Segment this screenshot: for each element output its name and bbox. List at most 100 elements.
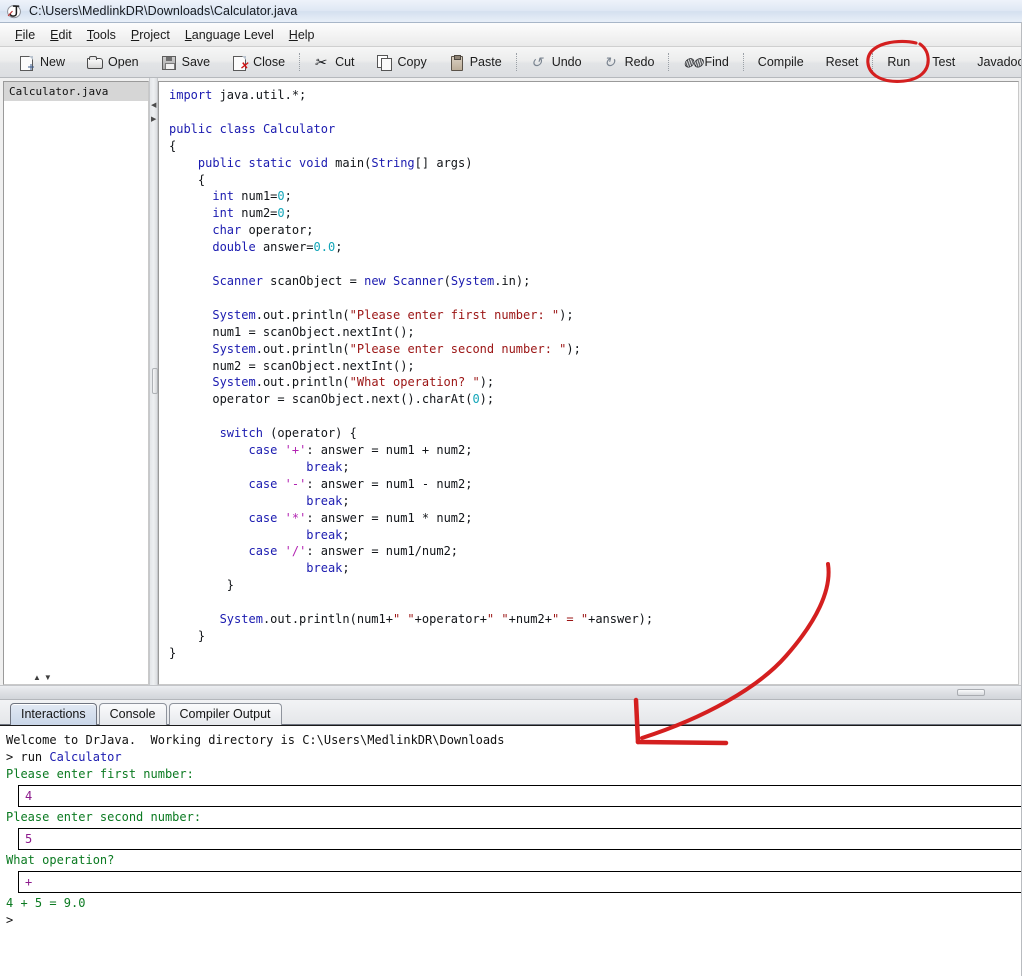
code-token: " " — [392, 612, 415, 627]
code-line: System.out.println("Please enter second … — [169, 341, 1018, 358]
code-token: operator; — [241, 223, 314, 238]
code-token: public static void — [197, 155, 328, 170]
code-token: ; — [284, 189, 292, 204]
redo-button[interactable]: ↻ Redo — [593, 49, 666, 75]
horizontal-split-grip[interactable] — [957, 689, 985, 696]
code-line: { — [169, 138, 1018, 155]
javadoc-button[interactable]: Javadoc — [966, 49, 1022, 75]
code-token: '-' — [284, 476, 307, 491]
paste-button[interactable]: Paste — [438, 49, 513, 75]
save-button-label: Save — [181, 55, 211, 69]
code-token: ; — [284, 206, 292, 221]
menu-bar: File Edit Tools Project Language Level H… — [0, 23, 1022, 47]
code-token: Scanner — [393, 273, 444, 288]
tab-console-label: Console — [109, 707, 156, 721]
undo-button[interactable]: ↺ Undo — [520, 49, 593, 75]
file-list[interactable]: Calculator.java — [3, 81, 149, 685]
code-token: ; — [335, 240, 343, 255]
editor-pane: import java.util.*; public class Calcula… — [158, 78, 1022, 685]
welcome-message: Welcome to DrJava. Working directory is … — [6, 733, 505, 747]
menu-help[interactable]: Help — [282, 26, 322, 44]
code-line: { — [169, 172, 1018, 189]
save-button[interactable]: Save — [150, 49, 222, 75]
run-button[interactable]: Run — [876, 49, 921, 75]
input-second-number-value: 5 — [25, 832, 33, 846]
close-button[interactable]: ✕ Close — [221, 49, 296, 75]
new-button[interactable]: New — [8, 49, 76, 75]
open-button-label: Open — [108, 55, 139, 69]
code-token: [] args) — [414, 155, 473, 170]
code-token: int — [212, 206, 235, 221]
toolbar-separator-2 — [515, 53, 517, 71]
split-collapse-left-icon[interactable]: ◀ — [151, 102, 156, 109]
horizontal-split-divider[interactable]: ▲▼ — [0, 673, 1022, 700]
code-token: : answer = num1/num2; — [306, 544, 459, 559]
close-button-label: Close — [253, 55, 286, 69]
interactions-pane[interactable]: Welcome to DrJava. Working directory is … — [0, 725, 1022, 976]
menu-edit-mnemonic: E — [50, 27, 59, 42]
copy-button[interactable]: Copy — [366, 49, 438, 75]
code-token: java.util.*; — [212, 88, 307, 102]
code-line: double answer=0.0; — [169, 239, 1018, 256]
file-list-pane: Calculator.java — [0, 78, 149, 685]
code-token: ); — [479, 375, 495, 390]
code-line: } — [169, 577, 1018, 594]
compile-button[interactable]: Compile — [747, 49, 815, 75]
tab-compiler-output[interactable]: Compiler Output — [168, 703, 282, 725]
menu-language-level[interactable]: Language Level — [178, 26, 281, 44]
menu-project[interactable]: Project — [124, 26, 177, 44]
redo-button-label: Redo — [624, 55, 655, 69]
code-token: '/' — [284, 544, 307, 559]
code-line: import java.util.*; — [169, 87, 1018, 104]
code-token: .out.println( — [255, 341, 350, 356]
code-text[interactable]: import java.util.*; public class Calcula… — [159, 82, 1018, 662]
input-first-number[interactable]: 4 — [18, 785, 1022, 807]
code-token: " = " — [551, 612, 589, 627]
toolbar-separator-1 — [299, 53, 301, 71]
cut-button[interactable]: ✂ Cut — [303, 49, 365, 75]
open-button[interactable]: Open — [76, 49, 150, 75]
tab-interactions-label: Interactions — [21, 707, 86, 721]
input-second-number[interactable]: 5 — [18, 828, 1022, 850]
split-collapse-right-icon[interactable]: ▶ — [151, 116, 156, 123]
pane-scroll-arrows-icon[interactable]: ▲▼ — [33, 673, 55, 683]
title-bar: C:\Users\MedlinkDR\Downloads\Calculator.… — [0, 0, 1022, 23]
menu-edit[interactable]: Edit — [43, 26, 79, 44]
cut-button-label: Cut — [335, 55, 355, 69]
code-token: ; — [342, 493, 350, 508]
tab-interactions[interactable]: Interactions — [10, 703, 97, 725]
test-button[interactable]: Test — [921, 49, 966, 75]
code-token: break — [306, 561, 343, 576]
menu-tools[interactable]: Tools — [80, 26, 123, 44]
prompt-second-number: Please enter second number: — [6, 810, 202, 824]
code-token: Calculator — [262, 121, 336, 136]
menu-file[interactable]: File — [8, 26, 42, 44]
input-operation[interactable]: + — [18, 871, 1022, 893]
code-line: num2 = scanObject.nextInt(); — [169, 358, 1018, 375]
code-token: : answer = num1 - num2; — [306, 476, 473, 491]
menu-language-level-label: anguage Level — [191, 27, 274, 42]
code-token: num2= — [234, 206, 278, 221]
vertical-split-divider[interactable]: ◀ ▶ — [149, 78, 158, 685]
tab-console[interactable]: Console — [98, 703, 167, 725]
code-token: case — [248, 476, 278, 491]
input-first-number-value: 4 — [25, 789, 33, 803]
file-list-item-calculator[interactable]: Calculator.java — [4, 82, 148, 101]
code-token: .in); — [494, 273, 531, 288]
code-editor[interactable]: import java.util.*; public class Calcula… — [158, 81, 1019, 685]
find-button[interactable]: ◍◍ Find — [672, 49, 739, 75]
reset-button[interactable]: Reset — [815, 49, 870, 75]
binoculars-icon: ◍◍ — [683, 54, 703, 69]
find-button-label: Find — [704, 55, 729, 69]
